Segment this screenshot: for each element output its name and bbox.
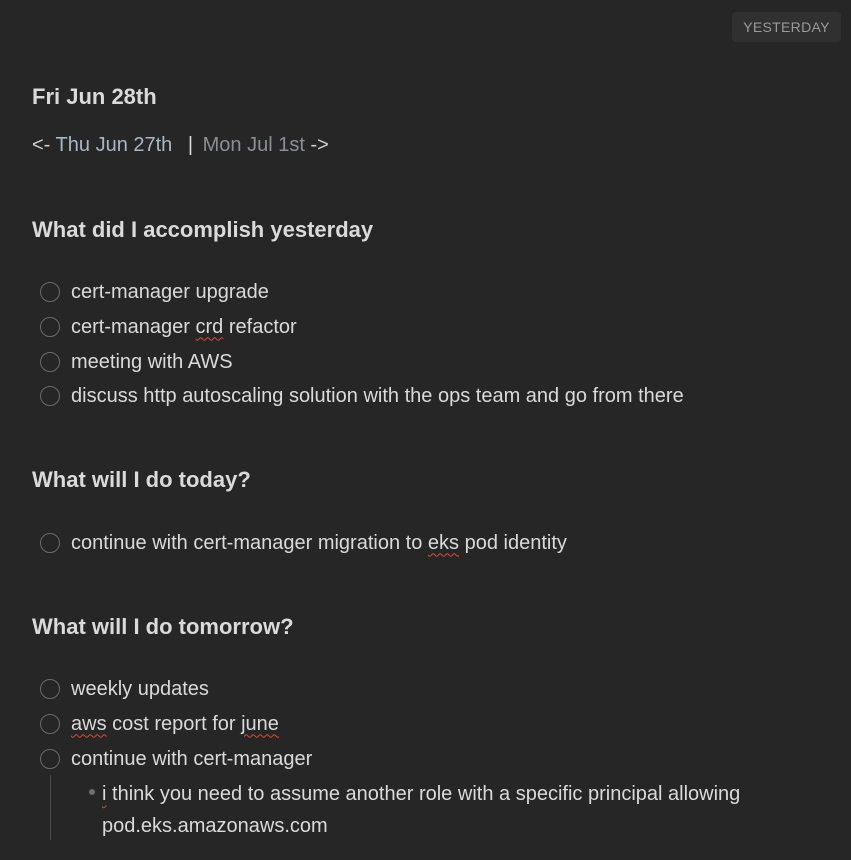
task-checkbox[interactable] [40, 317, 60, 337]
task-label: continue with cert-manager [71, 747, 313, 770]
next-day-link[interactable]: Mon Jul 1st [203, 134, 305, 156]
task-checkbox[interactable] [40, 533, 60, 553]
task-label: discuss http autoscaling solution with t… [71, 384, 684, 407]
page-title: Fri Jun 28th [32, 84, 157, 109]
task-label: cert-manager upgrade [71, 280, 269, 303]
task-checkbox[interactable] [40, 749, 60, 769]
indent-guide [50, 775, 51, 840]
task-item: continue with cert-manager [40, 744, 312, 774]
next-arrow: -> [310, 134, 329, 156]
task-label: meeting with AWS [71, 350, 233, 373]
nav-separator: | [187, 134, 194, 156]
spellcheck-flag: aws [71, 712, 107, 735]
task-item: cert-manager crd refactor [40, 312, 297, 342]
task-checkbox[interactable] [40, 679, 60, 699]
task-item: meeting with AWS [40, 347, 233, 377]
note-page: YESTERDAY Fri Jun 28th <- Thu Jun 27th |… [0, 0, 851, 860]
task-item: discuss http autoscaling solution with t… [40, 381, 684, 411]
task-item: cert-manager upgrade [40, 277, 269, 307]
spellcheck-flag: eks [427, 531, 460, 554]
task-label: aws cost report for june [71, 712, 279, 735]
task-checkbox[interactable] [40, 714, 60, 734]
date-navigation: <- Thu Jun 27th | Mon Jul 1st -> [32, 134, 329, 157]
section-heading-yesterday: What did I accomplish yesterday [32, 217, 374, 242]
task-checkbox[interactable] [40, 282, 60, 302]
sub-bullet-note: i think you need to assume another role … [102, 783, 741, 837]
yesterday-button[interactable]: YESTERDAY [732, 12, 841, 42]
task-item: continue with cert-manager migration to … [40, 528, 567, 558]
prev-arrow: <- [32, 134, 51, 156]
spellcheck-flag: i [102, 783, 107, 805]
section-heading-today: What will I do today? [32, 467, 251, 492]
task-label: continue with cert-manager migration to … [71, 531, 567, 554]
section-heading-tomorrow: What will I do tomorrow? [32, 614, 294, 639]
spellcheck-flag: crd [195, 315, 224, 338]
spellcheck-flag: june [241, 712, 279, 735]
task-label: cert-manager crd refactor [71, 315, 297, 338]
task-label: weekly updates [71, 677, 209, 700]
prev-day-link[interactable]: Thu Jun 27th [56, 134, 173, 156]
task-item: weekly updates [40, 674, 209, 704]
task-checkbox[interactable] [40, 352, 60, 372]
task-item: aws cost report for june [40, 709, 279, 739]
bullet-dot-icon [89, 789, 95, 795]
task-checkbox[interactable] [40, 386, 60, 406]
